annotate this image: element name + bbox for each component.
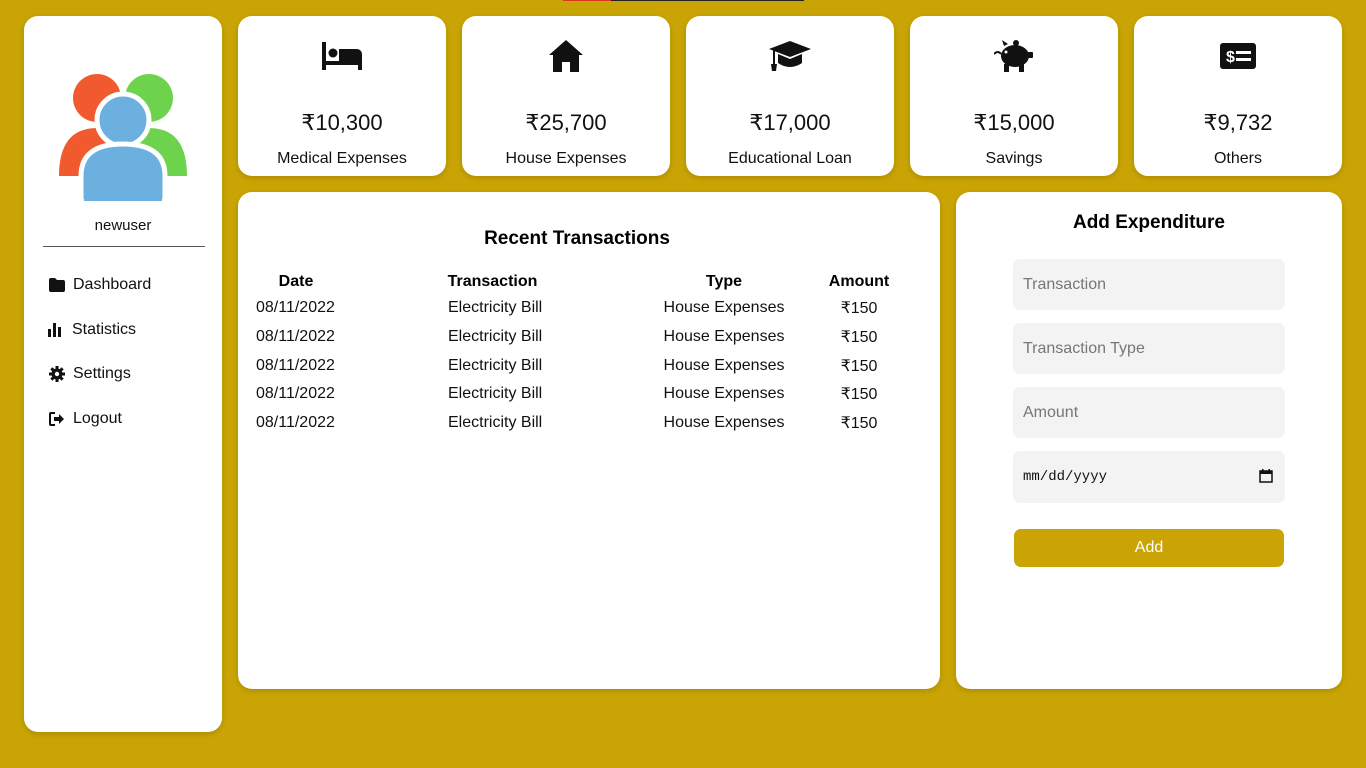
card-educational-loan: ₹17,000 Educational Loan [686, 16, 894, 176]
card-others: $ ₹9,732 Others [1134, 16, 1342, 176]
cell-date: 08/11/2022 [256, 414, 335, 432]
sidebar-item-statistics[interactable]: Statistics [48, 319, 151, 341]
cell-amount: ₹150 [840, 329, 878, 347]
cell-transaction: Electricity Bill [448, 385, 543, 403]
folder-icon [48, 277, 66, 293]
graduation-cap-icon [686, 38, 894, 74]
cell-date: 08/11/2022 [256, 299, 335, 317]
column-header-amount: Amount [828, 273, 890, 290]
table-row: 08/11/2022 Electricity Bill House Expens… [256, 409, 919, 438]
users-avatar-icon [59, 56, 189, 204]
card-medical-expenses: ₹10,300 Medical Expenses [238, 16, 446, 176]
column-header-transaction: Transaction [447, 273, 538, 290]
svg-text:$: $ [1226, 49, 1235, 66]
logout-icon [48, 411, 66, 427]
cell-amount: ₹150 [840, 415, 878, 433]
table-header-row: Date Transaction Type Amount [256, 270, 919, 294]
cell-date: 08/11/2022 [256, 328, 335, 346]
table-row: 08/11/2022 Electricity Bill House Expens… [256, 351, 919, 380]
cell-type: House Expenses [663, 328, 785, 346]
cell-type: House Expenses [663, 356, 785, 374]
sidebar: newuser Dashboard Statistics Settings Lo… [24, 16, 222, 732]
card-label: House Expenses [505, 150, 627, 167]
bed-icon [238, 38, 446, 74]
cell-amount: ₹150 [840, 357, 878, 375]
cell-type: House Expenses [663, 299, 785, 317]
sidebar-item-label: Logout [73, 409, 122, 427]
column-header-date: Date [278, 273, 314, 290]
sidebar-item-dashboard[interactable]: Dashboard [48, 274, 151, 296]
amount-input[interactable] [1013, 387, 1285, 438]
table-row: 08/11/2022 Electricity Bill House Expens… [256, 294, 919, 323]
cell-amount: ₹150 [840, 300, 878, 318]
card-label: Educational Loan [728, 150, 852, 167]
username: newuser [94, 217, 152, 234]
card-label: Medical Expenses [277, 150, 407, 167]
recent-transactions-panel: Recent Transactions Date Transaction Typ… [238, 192, 940, 689]
cell-type: House Expenses [663, 414, 785, 432]
card-amount: ₹15,000 [973, 110, 1055, 135]
calendar-icon[interactable] [1259, 469, 1273, 483]
transactions-table: Date Transaction Type Amount 08/11/2022 … [256, 270, 919, 437]
card-amount: ₹25,700 [525, 110, 607, 135]
column-header-type: Type [705, 273, 743, 290]
cell-type: House Expenses [663, 385, 785, 403]
sidebar-item-label: Dashboard [73, 276, 152, 293]
card-house-expenses: ₹25,700 House Expenses [462, 16, 670, 176]
top-strip [563, 0, 804, 1]
card-label: Savings [985, 150, 1043, 167]
card-amount: ₹10,300 [301, 110, 383, 135]
date-placeholder: mm/dd/yyyy [1023, 469, 1108, 485]
cell-date: 08/11/2022 [256, 356, 335, 374]
recent-transactions-title: Recent Transactions [484, 228, 670, 249]
cell-transaction: Electricity Bill [448, 356, 543, 374]
transaction-input[interactable] [1013, 259, 1285, 310]
cell-transaction: Electricity Bill [448, 299, 543, 317]
card-amount: ₹9,732 [1203, 110, 1273, 135]
card-amount: ₹17,000 [749, 110, 831, 135]
sidebar-item-logout[interactable]: Logout [48, 408, 151, 430]
bar-chart-icon [48, 322, 64, 338]
table-row: 08/11/2022 Electricity Bill House Expens… [256, 380, 919, 409]
card-savings: ₹15,000 Savings [910, 16, 1118, 176]
table-row: 08/11/2022 Electricity Bill House Expens… [256, 323, 919, 352]
sidebar-nav: Dashboard Statistics Settings Logout [48, 274, 151, 452]
cell-transaction: Electricity Bill [448, 414, 543, 432]
add-button[interactable]: Add [1014, 529, 1284, 567]
home-icon [462, 38, 670, 74]
sidebar-item-label: Statistics [72, 320, 137, 338]
date-input[interactable]: mm/dd/yyyy [1013, 451, 1285, 503]
cell-amount: ₹150 [840, 386, 878, 404]
add-expenditure-title: Add Expenditure [1072, 212, 1225, 233]
transaction-type-input[interactable] [1013, 323, 1285, 374]
gear-icon [48, 366, 66, 382]
card-label: Others [1213, 150, 1262, 167]
money-check-icon: $ [1134, 38, 1342, 74]
sidebar-item-label: Settings [73, 365, 131, 382]
piggy-bank-icon [910, 38, 1118, 74]
add-expenditure-panel: Add Expenditure mm/dd/yyyy Add [956, 192, 1342, 689]
cell-date: 08/11/2022 [256, 385, 335, 403]
cell-transaction: Electricity Bill [448, 328, 543, 346]
divider [43, 246, 205, 247]
sidebar-item-settings[interactable]: Settings [48, 363, 151, 385]
